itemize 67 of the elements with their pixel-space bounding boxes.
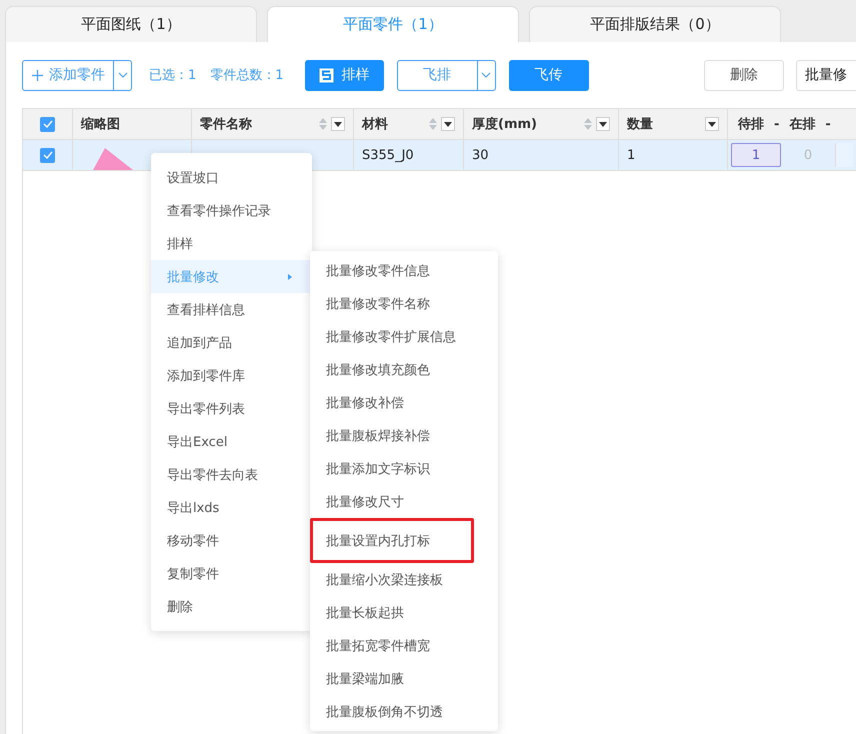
column-header: 厚度(mm): [472, 116, 537, 133]
column-header: 在排: [789, 116, 816, 133]
table-cell: [835, 143, 853, 167]
menu-item[interactable]: 排样: [151, 227, 312, 260]
menu-item[interactable]: 批量修改零件信息: [310, 254, 498, 287]
table-cell: S355_J0: [362, 148, 414, 162]
table-cell-text: 0: [802, 148, 814, 162]
column-header: 零件名称: [200, 116, 252, 133]
menu-item[interactable]: 批量设置内孔打标: [310, 518, 474, 563]
caret-icon: [444, 122, 452, 126]
menu-item[interactable]: 批量添加文字标识: [310, 452, 498, 485]
row-checkbox[interactable]: [40, 148, 55, 162]
table-cell: 30: [472, 148, 489, 162]
table-cell: 1: [627, 148, 636, 162]
menu-item[interactable]: 批量修改补偿: [310, 386, 498, 419]
menu-item[interactable]: 查看排样信息: [151, 293, 312, 326]
filter-dropdown[interactable]: [331, 117, 345, 131]
pending-field[interactable]: 1: [731, 143, 781, 167]
column-header: -: [774, 116, 780, 132]
select-all-checkbox[interactable]: [40, 116, 55, 132]
menu-item[interactable]: 批量腹板焊接补偿: [310, 419, 498, 452]
caret-icon: [599, 122, 607, 126]
menu-item[interactable]: 批量修改零件名称: [310, 287, 498, 320]
check-icon: [42, 120, 52, 128]
column-header: 待排: [738, 116, 764, 133]
caret-icon: [481, 72, 492, 78]
menu-item[interactable]: 追加到产品: [151, 326, 312, 359]
tab[interactable]: 平面图纸（1）: [5, 6, 257, 42]
menu-item[interactable]: 移动零件: [151, 524, 312, 557]
menu-item[interactable]: 批量缩小次梁连接板: [310, 563, 498, 596]
column-header: 数量: [627, 116, 653, 133]
filter-dropdown[interactable]: [441, 117, 455, 131]
total-count: 零件总数：1: [210, 67, 284, 84]
filter-dropdown[interactable]: [596, 117, 610, 131]
menu-item[interactable]: 添加到零件库: [151, 359, 312, 392]
menu-item[interactable]: 批量修改填充颜色: [310, 353, 498, 386]
nest-icon: [318, 68, 334, 82]
menu-item[interactable]: 批量长板起拱: [310, 596, 498, 629]
menu-item[interactable]: 导出零件列表: [151, 392, 312, 425]
tab[interactable]: 平面排版结果（0）: [529, 6, 781, 42]
plus-icon: [32, 70, 43, 80]
menu-item[interactable]: 设置坡口: [151, 161, 312, 194]
menu-item[interactable]: 删除: [151, 590, 312, 623]
column-header: -: [825, 116, 831, 132]
menu-item[interactable]: 批量修改尺寸: [310, 485, 498, 518]
menu-item[interactable]: 查看零件操作记录: [151, 194, 312, 227]
selected-count: 已选：1: [149, 67, 196, 84]
menu-item[interactable]: 导出零件去向表: [151, 458, 312, 491]
sort-icon[interactable]: [319, 118, 327, 130]
menu-item[interactable]: 复制零件: [151, 557, 312, 590]
caret-icon: [334, 122, 342, 126]
menu-item[interactable]: 批量腹板倒角不切透: [310, 695, 498, 728]
caret-icon: [708, 122, 716, 126]
caret-icon: [118, 72, 128, 78]
sort-icon[interactable]: [584, 118, 592, 130]
batch-edit-button[interactable]: 批量修: [796, 60, 856, 90]
column-header: 缩略图: [81, 116, 120, 133]
menu-item[interactable]: 批量梁端加腋: [310, 662, 498, 695]
menu-item[interactable]: 批量拓宽零件槽宽: [310, 629, 498, 662]
delete-button[interactable]: 删除: [704, 60, 784, 90]
sort-icon[interactable]: [429, 118, 437, 130]
menu-item[interactable]: 批量修改零件扩展信息: [310, 320, 498, 353]
menu-item[interactable]: 导出lxds: [151, 491, 312, 524]
filter-dropdown[interactable]: [705, 117, 719, 131]
check-icon: [42, 151, 52, 159]
menu-item[interactable]: 导出Excel: [151, 425, 312, 458]
column-header: 材料: [362, 116, 388, 133]
